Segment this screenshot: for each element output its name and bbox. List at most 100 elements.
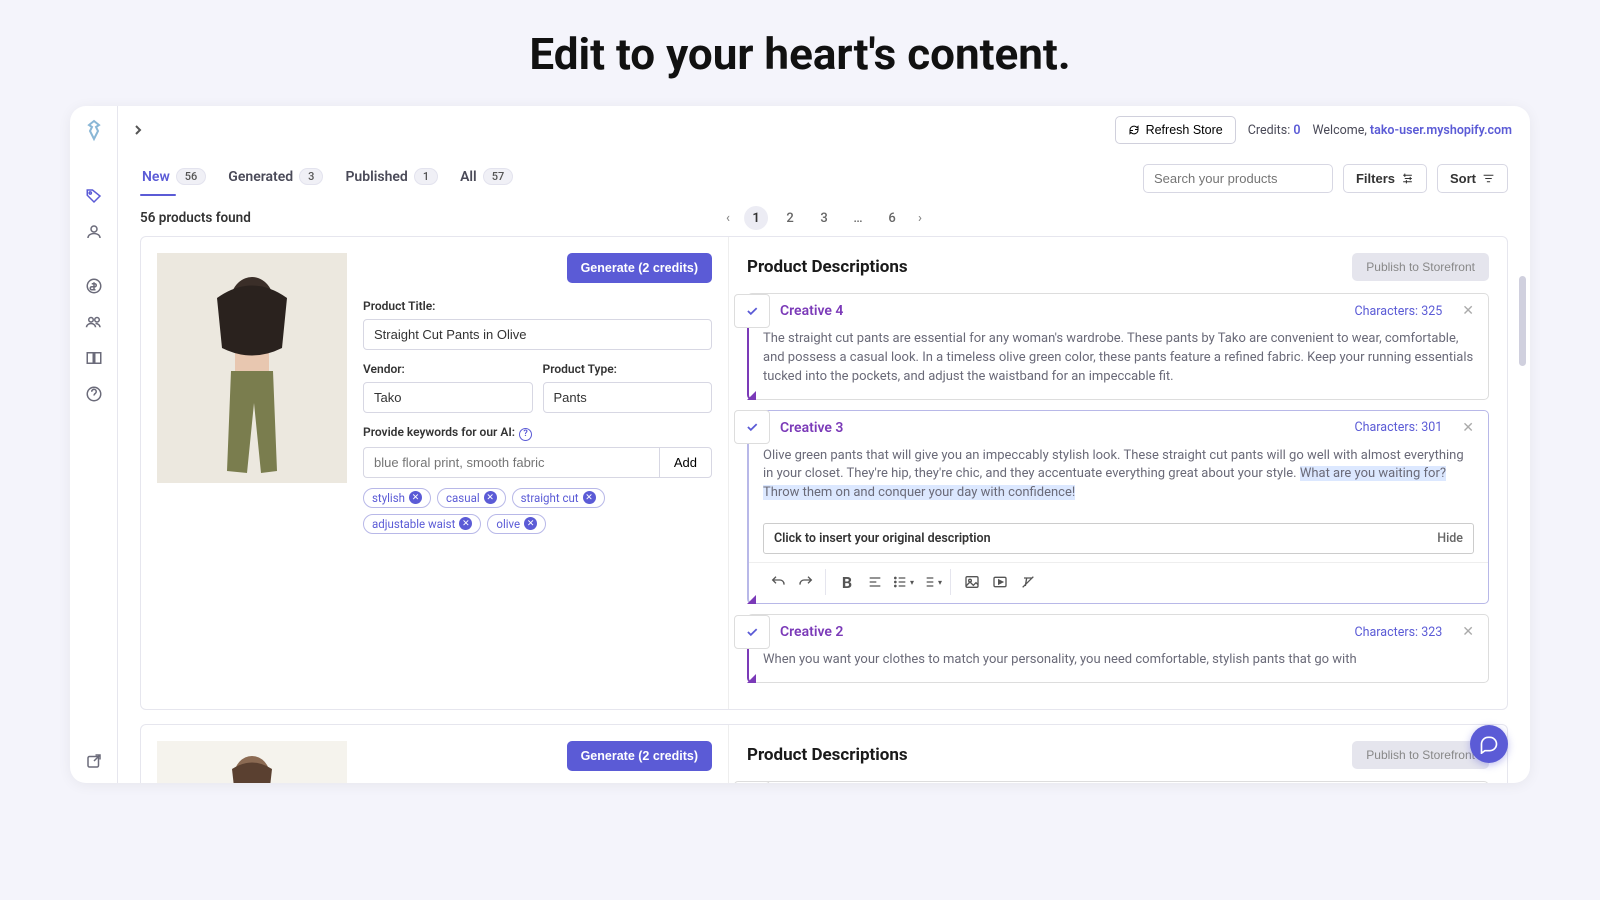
creative-text[interactable]: The straight cut pants are essential for… — [749, 328, 1488, 399]
char-count: Characters: 323 — [1354, 625, 1442, 640]
creative-title: Creative 2 — [780, 615, 843, 649]
topbar: Refresh Store Credits: 0 Welcome, tako-u… — [118, 106, 1530, 154]
store-link[interactable]: tako-user.myshopify.com — [1370, 123, 1512, 138]
remove-tag-icon[interactable]: ✕ — [484, 491, 497, 504]
tabs-row: New56 Generated3 Published1 All57 Filter… — [118, 154, 1530, 196]
tab-all[interactable]: All57 — [458, 162, 515, 195]
tag: casual✕ — [437, 488, 506, 508]
sliders-icon — [1401, 172, 1414, 185]
creative-block: Creative 2 Characters: 323 ✕ When you wa… — [747, 614, 1489, 683]
scrollbar-thumb[interactable] — [1519, 276, 1526, 366]
page-2[interactable]: 2 — [778, 206, 802, 230]
remove-tag-icon[interactable]: ✕ — [459, 517, 472, 530]
clear-format-icon[interactable] — [1015, 569, 1041, 595]
page-3[interactable]: 3 — [812, 206, 836, 230]
page-6[interactable]: 6 — [880, 206, 904, 230]
creative-title: Creative 3 — [780, 411, 843, 445]
app-window: Refresh Store Credits: 0 Welcome, tako-u… — [70, 106, 1530, 783]
select-creative-button[interactable] — [734, 615, 770, 649]
product-card: Generate (2 credits) Product Title: Vend… — [140, 236, 1508, 710]
sort-icon — [1482, 172, 1495, 185]
vendor-label: Vendor: — [363, 362, 533, 376]
generate-button[interactable]: Generate (2 credits) — [567, 253, 712, 283]
descriptions-heading: Product Descriptions — [747, 257, 908, 277]
chat-fab[interactable] — [1470, 725, 1508, 763]
delete-creative-icon[interactable]: ✕ — [1462, 303, 1474, 319]
remove-tag-icon[interactable]: ✕ — [409, 491, 422, 504]
refresh-store-button[interactable]: Refresh Store — [1115, 116, 1236, 144]
filters-button[interactable]: Filters — [1343, 164, 1427, 193]
bold-icon[interactable]: B — [834, 569, 860, 595]
delete-creative-icon[interactable]: ✕ — [1462, 624, 1474, 640]
select-creative-button[interactable] — [734, 410, 770, 444]
product-image — [157, 741, 347, 783]
undo-icon[interactable] — [765, 569, 791, 595]
numbered-list-icon[interactable]: ▾ — [918, 569, 944, 595]
page-1[interactable]: 1 — [744, 206, 768, 230]
creative-block: Creative 3 Characters: 301 ✕ Olive green… — [747, 410, 1489, 605]
book-icon[interactable] — [84, 348, 104, 368]
redo-icon[interactable] — [793, 569, 819, 595]
search-input[interactable] — [1143, 164, 1333, 193]
tag: stylish✕ — [363, 488, 431, 508]
page-prev[interactable]: ‹ — [722, 211, 734, 226]
publish-button: Publish to Storefront — [1352, 741, 1489, 769]
keywords-label: Provide keywords for our AI:? — [363, 425, 712, 441]
hide-button[interactable]: Hide — [1437, 531, 1463, 546]
sidebar — [70, 106, 118, 783]
type-label: Product Type: — [543, 362, 713, 376]
creative-text[interactable]: When you want your clothes to match your… — [749, 649, 1488, 682]
compose-icon[interactable] — [84, 751, 104, 771]
vendor-input[interactable] — [363, 382, 533, 413]
publish-button: Publish to Storefront — [1352, 253, 1489, 281]
delete-creative-icon[interactable]: ✕ — [1462, 420, 1474, 436]
tag: straight cut✕ — [512, 488, 605, 508]
creative-title: Creative 4 — [780, 294, 843, 328]
editor-toolbar: B ▾ ▾ — [749, 562, 1488, 603]
remove-tag-icon[interactable]: ✕ — [583, 491, 596, 504]
app-logo[interactable] — [82, 118, 106, 142]
tag: olive✕ — [487, 514, 546, 534]
page-next[interactable]: › — [914, 211, 926, 226]
main-content: Refresh Store Credits: 0 Welcome, tako-u… — [118, 106, 1530, 783]
chevron-right-icon[interactable] — [128, 120, 148, 140]
bullet-list-icon[interactable]: ▾ — [890, 569, 916, 595]
select-creative-button[interactable] — [734, 781, 770, 783]
creative-block: Your Original Description Characters: 18… — [747, 781, 1489, 783]
tag-icon[interactable] — [84, 186, 104, 206]
credits-display: Credits: 0 — [1248, 123, 1301, 138]
select-creative-button[interactable] — [734, 294, 770, 328]
products-found-label: 56 products found — [140, 210, 251, 226]
tab-published[interactable]: Published1 — [343, 162, 440, 195]
users-icon[interactable] — [84, 312, 104, 332]
add-keyword-button[interactable]: Add — [659, 447, 712, 478]
product-title-input[interactable] — [363, 319, 712, 350]
products-list: Generate (2 credits) Product Title: Vend… — [118, 236, 1530, 783]
image-icon[interactable] — [959, 569, 985, 595]
coin-icon[interactable] — [84, 276, 104, 296]
tab-new[interactable]: New56 — [140, 162, 208, 195]
page-ellipsis: … — [846, 206, 870, 230]
user-icon[interactable] — [84, 222, 104, 242]
tags-row: stylish✕ casual✕ straight cut✕ adjustabl… — [363, 488, 712, 534]
video-icon[interactable] — [987, 569, 1013, 595]
sort-button[interactable]: Sort — [1437, 164, 1508, 193]
align-icon[interactable] — [862, 569, 888, 595]
generate-button[interactable]: Generate (2 credits) — [567, 741, 712, 771]
creative-text[interactable]: Olive green pants that will give you an … — [749, 445, 1488, 516]
insert-original-bar[interactable]: Click to insert your original descriptio… — [763, 523, 1474, 554]
help-icon[interactable] — [84, 384, 104, 404]
subhead-row: 56 products found ‹ 1 2 3 … 6 › — [118, 196, 1530, 236]
remove-tag-icon[interactable]: ✕ — [524, 517, 537, 530]
product-title-label: Product Title: — [363, 299, 712, 313]
help-tooltip-icon[interactable]: ? — [519, 428, 532, 441]
hero-title: Edit to your heart's content. — [0, 0, 1600, 106]
product-image — [157, 253, 347, 483]
tab-generated[interactable]: Generated3 — [226, 162, 325, 195]
creative-title: Your Original Description — [780, 782, 937, 783]
keywords-input[interactable] — [363, 447, 659, 478]
type-input[interactable] — [543, 382, 713, 413]
product-card: Generate (2 credits) Product Title: Vend… — [140, 724, 1508, 783]
char-count: Characters: 325 — [1354, 304, 1442, 319]
refresh-icon — [1128, 124, 1140, 136]
